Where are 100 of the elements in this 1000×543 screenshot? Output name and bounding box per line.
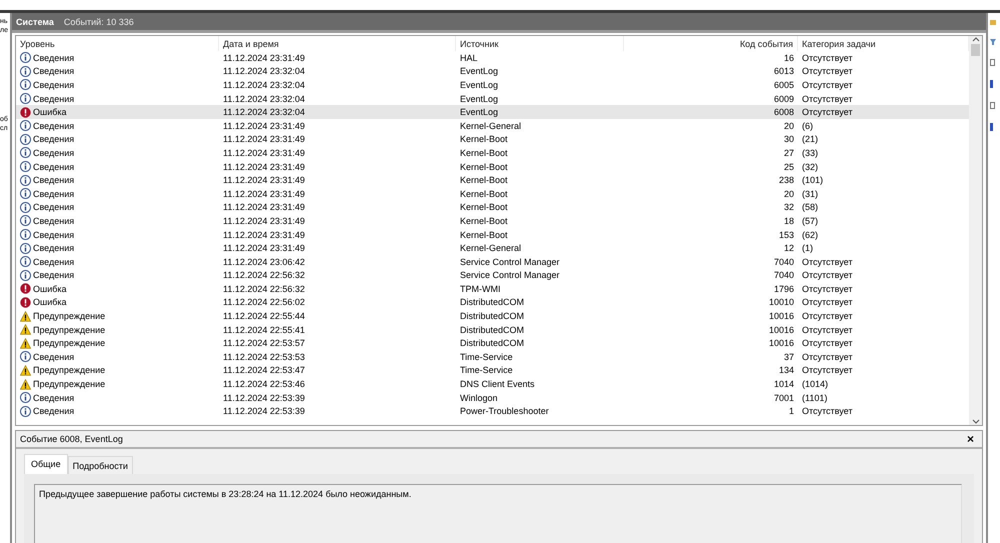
table-cell-text: 134 bbox=[778, 365, 795, 376]
event-row[interactable]: Сведения 11.12.2024 23:31:49 HAL 16 Отсутствует bbox=[16, 51, 969, 65]
table-cell-text: 7040 bbox=[772, 256, 795, 267]
event-row[interactable]: Сведения 11.12.2024 23:31:49 Kernel-Boot 30 (21) bbox=[16, 132, 969, 146]
table-cell-text: EventLog bbox=[459, 107, 500, 118]
event-row[interactable]: Сведения 11.12.2024 23:31:49 Kernel-Boot 20 (31) bbox=[16, 186, 969, 201]
table-cell-text: 11.12.2024 23:32:04 bbox=[222, 66, 306, 76]
event-row[interactable]: Сведения 11.12.2024 22:53:39 Power-Troubleshooter 1 Отсутствует bbox=[16, 404, 969, 418]
event-row[interactable]: Предупреждение 11.12.2024 22:55:41 DistributedCOM 10016 Отсутствует bbox=[16, 322, 969, 336]
table-cell-text: Отсутствует bbox=[801, 297, 854, 308]
event-row[interactable]: Сведения 11.12.2024 23:31:49 Kernel-Boot 18 (57) bbox=[16, 214, 969, 228]
table-cell-text: 11.12.2024 23:32:04 bbox=[222, 94, 306, 104]
info-icon bbox=[20, 120, 31, 132]
table-cell-text: 11.12.2024 22:55:41 bbox=[222, 324, 306, 335]
table-cell-text: Отсутствует bbox=[801, 324, 854, 335]
table-cell-text: Kernel-Boot bbox=[459, 134, 509, 144]
event-row[interactable]: Сведения 11.12.2024 23:31:49 Kernel-General 12 (1) bbox=[16, 241, 969, 255]
warning-icon bbox=[20, 338, 31, 349]
tab[interactable]: Подробности bbox=[68, 456, 133, 474]
level-text: Сведения bbox=[33, 148, 74, 158]
info-icon bbox=[20, 270, 31, 281]
event-title: Событие 6008, EventLog bbox=[20, 434, 123, 444]
table-cell-text: Kernel-Boot bbox=[459, 230, 509, 240]
level-text: Сведения bbox=[33, 392, 74, 403]
level-text: Предупреждение bbox=[33, 311, 106, 322]
table-cell-text: Отсутствует bbox=[801, 52, 854, 63]
table-cell-text: Service Control Manager bbox=[459, 256, 561, 267]
table-cell-text: (58) bbox=[801, 202, 820, 212]
error-icon bbox=[20, 283, 31, 294]
event-row[interactable]: Сведения 11.12.2024 23:31:49 Kernel-Boot 25 (32) bbox=[16, 160, 969, 174]
tab[interactable]: Общие bbox=[24, 454, 68, 474]
table-cell-text: Service Control Manager bbox=[459, 270, 561, 280]
table-cell-text: 11.12.2024 22:56:32 bbox=[222, 270, 306, 280]
event-row[interactable]: Ошибка 11.12.2024 22:56:32 TPM-WMI 1796 Отсутствует bbox=[16, 282, 969, 296]
scroll-thumb[interactable] bbox=[971, 44, 980, 56]
column-header[interactable]: Источник bbox=[456, 36, 624, 51]
column-header[interactable]: Уровень bbox=[16, 36, 219, 51]
level-text: Предупреждение bbox=[33, 324, 106, 335]
table-cell-text: 11.12.2024 22:53:53 bbox=[222, 352, 306, 362]
info-icon bbox=[20, 392, 31, 404]
event-row[interactable]: Сведения 11.12.2024 23:32:04 EventLog 6009 Отсутствует bbox=[16, 92, 969, 106]
close-button[interactable]: × bbox=[964, 433, 976, 445]
table-cell-text: 11.12.2024 23:31:49 bbox=[222, 175, 306, 186]
level-text: Сведения bbox=[33, 134, 74, 144]
table-cell-text: (31) bbox=[801, 188, 820, 199]
event-row[interactable]: Предупреждение 11.12.2024 22:53:46 DNS Client Events 1014 (1014) bbox=[16, 377, 969, 391]
scroll-down-icon[interactable] bbox=[972, 419, 980, 425]
scroll-up-icon[interactable] bbox=[972, 36, 980, 42]
table-cell-text: 11.12.2024 23:31:49 bbox=[222, 243, 306, 254]
event-row[interactable]: Ошибка 11.12.2024 22:56:02 DistributedCOM 10010 Отсутствует bbox=[16, 296, 969, 310]
table-cell-text: 11.12.2024 23:31:49 bbox=[222, 230, 306, 240]
event-row[interactable]: Сведения 11.12.2024 23:31:49 Kernel-General 20 (6) bbox=[16, 118, 969, 133]
column-header[interactable]: Код события bbox=[624, 36, 798, 51]
level-text: Сведения bbox=[33, 406, 74, 416]
table-cell-text: Power-Troubleshooter bbox=[459, 406, 550, 416]
table-cell-text: Отсутствует bbox=[801, 66, 854, 76]
event-message: Предыдущее завершение работы системы в 23:28:24 на 11.12.2024 было неожиданным. bbox=[34, 484, 962, 543]
event-row[interactable]: Сведения 11.12.2024 23:32:04 EventLog 6013 Отсутствует bbox=[16, 64, 969, 78]
table-cell-text: Kernel-General bbox=[459, 243, 522, 254]
event-row[interactable]: Сведения 11.12.2024 22:53:39 Winlogon 7001 (1101) bbox=[16, 390, 969, 404]
column-header[interactable]: Дата и время bbox=[219, 36, 456, 51]
event-row[interactable]: Сведения 11.12.2024 23:31:49 Kernel-Boot 27 (33) bbox=[16, 146, 969, 160]
table-cell-text: 11.12.2024 23:31:49 bbox=[222, 202, 306, 212]
table-cell-text: Отсутствует bbox=[801, 284, 854, 294]
event-row[interactable]: Сведения 11.12.2024 22:53:53 Time-Service 37 Отсутствует bbox=[16, 350, 969, 364]
table-cell-text: 10010 bbox=[768, 297, 795, 308]
table-cell-text: (101) bbox=[801, 175, 824, 186]
table-cell-text: (33) bbox=[801, 148, 820, 158]
table-cell-text: 11.12.2024 23:32:04 bbox=[222, 80, 306, 90]
event-row[interactable]: Предупреждение 11.12.2024 22:53:57 DistributedCOM 10016 Отсутствует bbox=[16, 336, 969, 350]
error-icon bbox=[20, 296, 31, 308]
table-cell-text: Kernel-Boot bbox=[459, 175, 509, 186]
event-row[interactable]: Ошибка 11.12.2024 23:32:04 EventLog 6008 Отсутствует bbox=[16, 105, 969, 119]
info-icon bbox=[20, 256, 31, 268]
table-cell-text: 11.12.2024 23:31:49 bbox=[222, 134, 306, 144]
info-icon bbox=[20, 93, 31, 104]
event-row[interactable]: Сведения 11.12.2024 23:31:49 Kernel-Boot 153 (62) bbox=[16, 228, 969, 242]
table-cell-text: Time-Service bbox=[459, 352, 514, 362]
event-row[interactable]: Предупреждение 11.12.2024 22:55:44 DistributedCOM 10016 Отсутствует bbox=[16, 309, 969, 323]
table-cell-text: 25 bbox=[782, 162, 795, 172]
event-row[interactable]: Сведения 11.12.2024 23:31:49 Kernel-Boot 238 (101) bbox=[16, 173, 969, 187]
event-row[interactable]: Предупреждение 11.12.2024 22:53:47 Time-Service 134 Отсутствует bbox=[16, 364, 969, 378]
table-cell-text: Kernel-Boot bbox=[459, 202, 509, 212]
level-text: Сведения bbox=[33, 162, 74, 172]
level-text: Сведения bbox=[33, 66, 74, 76]
event-row[interactable]: Сведения 11.12.2024 23:31:49 Kernel-Boot 32 (58) bbox=[16, 200, 969, 214]
table-cell-text: 11.12.2024 23:31:49 bbox=[222, 148, 306, 158]
table-cell-text: 10016 bbox=[768, 338, 795, 348]
table-cell-text: Kernel-Boot bbox=[459, 188, 509, 199]
event-row[interactable]: Сведения 11.12.2024 22:56:32 Service Control Manager 7040 Отсутствует bbox=[16, 268, 969, 282]
event-row[interactable]: Сведения 11.12.2024 23:32:04 EventLog 6005 Отсутствует bbox=[16, 78, 969, 92]
table-cell-text: Отсутствует bbox=[801, 365, 854, 376]
table-cell-text: 12 bbox=[782, 243, 795, 254]
table-cell-text: (6) bbox=[801, 120, 814, 131]
table-cell-text: Отсутствует bbox=[801, 352, 854, 362]
scrollbar[interactable] bbox=[969, 36, 982, 425]
table-cell-text: Kernel-General bbox=[459, 120, 522, 131]
bar-icon bbox=[990, 80, 993, 88]
table-cell-text: Отсутствует bbox=[801, 270, 854, 280]
event-row[interactable]: Сведения 11.12.2024 23:06:42 Service Control Manager 7040 Отсутствует bbox=[16, 254, 969, 268]
